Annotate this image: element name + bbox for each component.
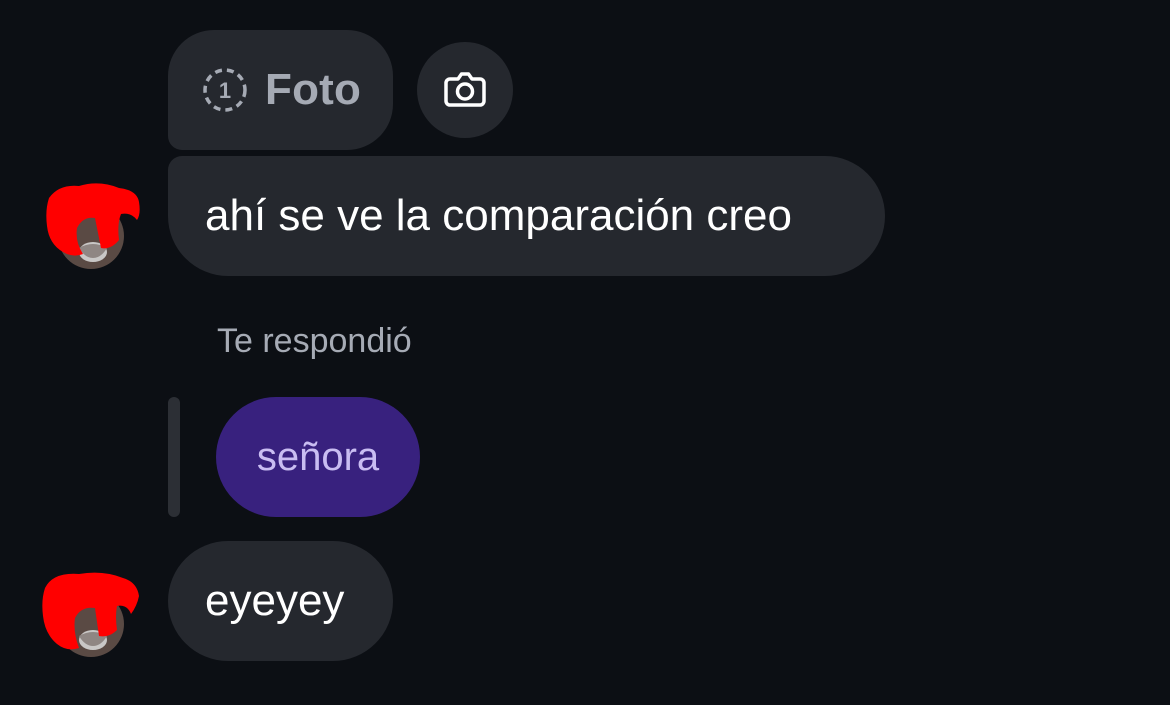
photo-label: Foto (265, 65, 362, 114)
view-once-icon: 1 (201, 66, 249, 114)
quoted-message-text: señora (256, 434, 380, 479)
reply-caption: Te respondió (217, 322, 412, 360)
camera-icon (441, 64, 489, 117)
incoming-message-bubble[interactable]: eyeyey (168, 541, 393, 661)
message-text: eyeyey (205, 576, 345, 625)
incoming-message-bubble[interactable]: ahí se ve la comparación creo (168, 156, 885, 276)
quoted-message-bubble[interactable]: señora (216, 397, 420, 517)
message-text: ahí se ve la comparación creo (205, 191, 792, 240)
sender-avatar[interactable] (42, 572, 140, 664)
view-once-photo-message[interactable]: 1 Foto (168, 30, 393, 150)
reply-indicator-bar (168, 397, 180, 517)
camera-button[interactable] (417, 42, 513, 138)
view-once-count: 1 (219, 78, 231, 103)
sender-avatar[interactable] (45, 183, 140, 276)
